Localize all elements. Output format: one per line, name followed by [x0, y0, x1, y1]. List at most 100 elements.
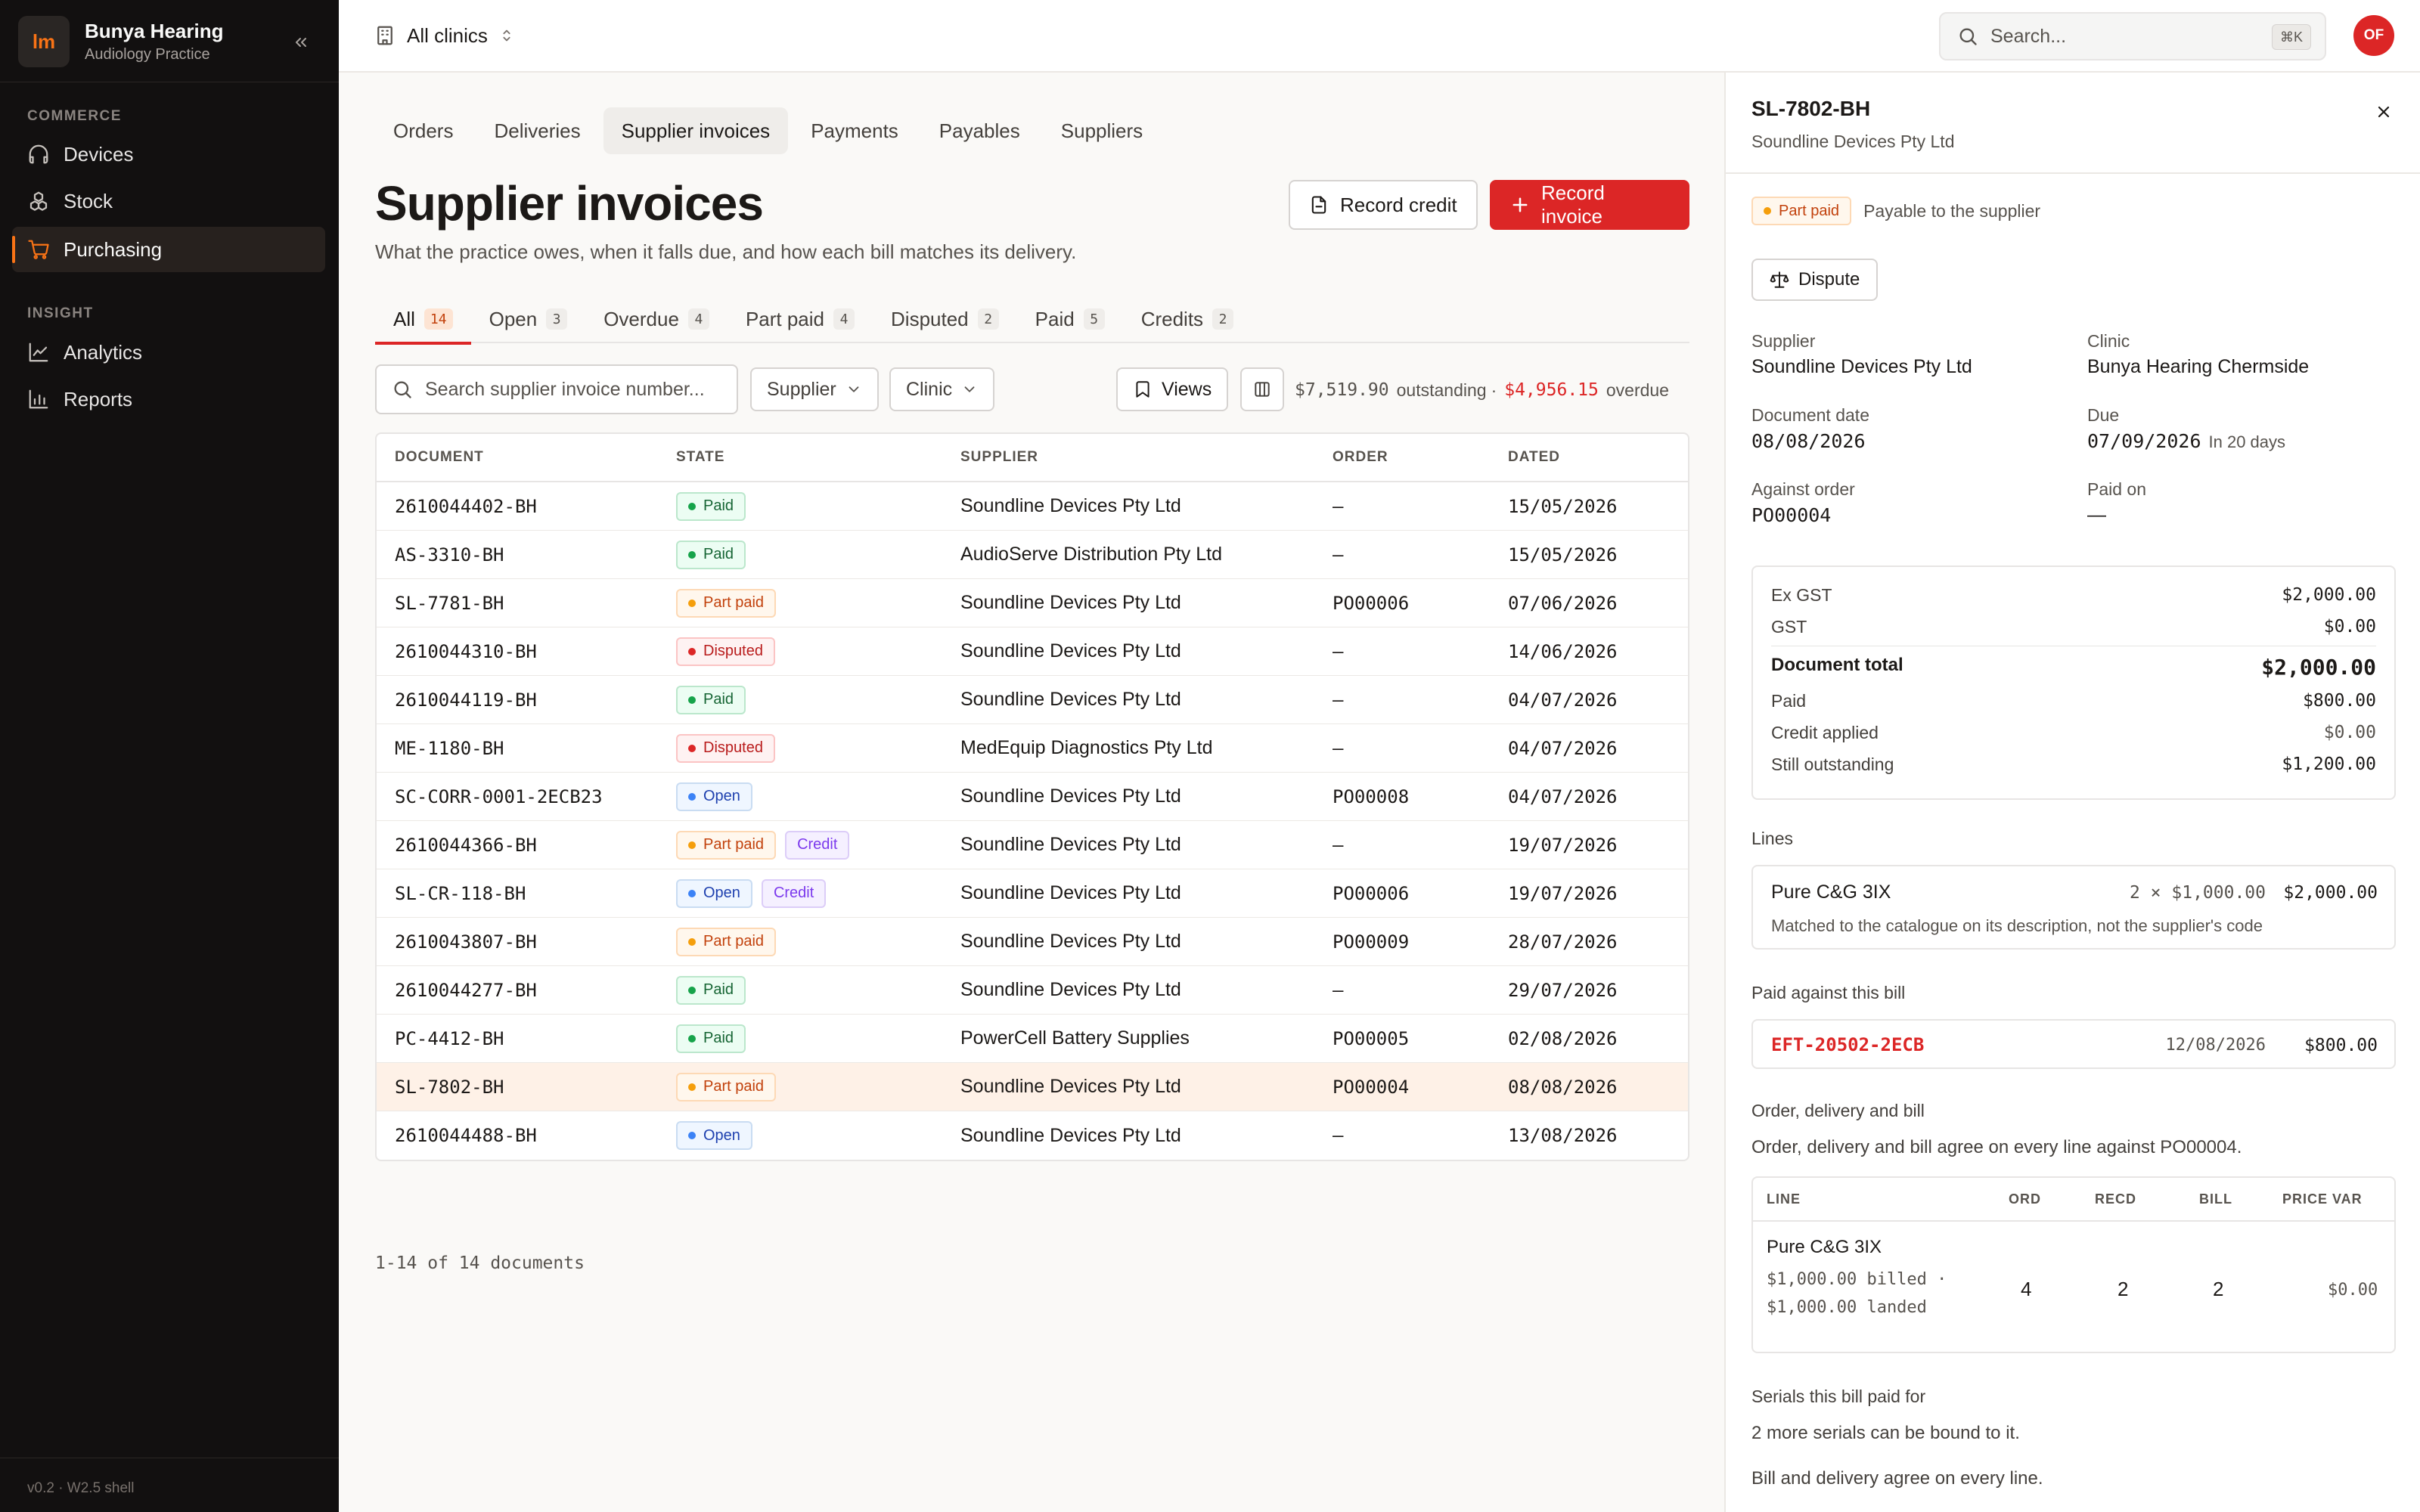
supplier-filter-dropdown[interactable]: Supplier [750, 367, 879, 411]
search-icon [392, 379, 413, 400]
outstanding-label: outstanding [1396, 380, 1487, 400]
tab-payments[interactable]: Payments [793, 107, 917, 154]
status-badge-label: Paid [703, 981, 734, 998]
tab-orders[interactable]: Orders [375, 107, 471, 154]
table-row[interactable]: 2610044366-BH Part paid Credit Soundline De… [377, 821, 1688, 869]
line-amount: $2,000.00 [2283, 883, 2378, 903]
order-number: — [1333, 544, 1344, 565]
chevron-down-icon [845, 381, 862, 398]
sidebar-item-analytics[interactable]: Analytics [12, 330, 325, 375]
clinic-filter-dropdown[interactable]: Clinic [889, 367, 995, 411]
global-search[interactable]: Search... ⌘K [1939, 12, 2326, 60]
record-credit-button[interactable]: Record credit [1289, 180, 1478, 230]
total-row-paid: Paid $800.00 [1771, 691, 2376, 711]
document-number: ME-1180-BH [395, 737, 504, 759]
table-row[interactable]: SL-CR-118-BH Open Credit Soundline Devices … [377, 869, 1688, 918]
close-icon[interactable] [2372, 100, 2396, 124]
views-button[interactable]: Views [1116, 367, 1229, 411]
clinic-selector[interactable]: All clinics [374, 20, 515, 51]
overdue-amount: $4,956.15 [1504, 380, 1599, 400]
match-col-ord: ORD [2009, 1191, 2041, 1207]
views-label: Views [1162, 378, 1212, 400]
sidebar-item-reports[interactable]: Reports [12, 376, 325, 422]
supplier-name: Soundline Devices Pty Ltd [960, 689, 1181, 710]
payment-reference-link[interactable]: EFT-20502-2ECB [1771, 1034, 1924, 1055]
sidebar-item-devices[interactable]: Devices [12, 132, 325, 177]
status-badge: Part paid [1751, 197, 1852, 225]
record-credit-label: Record credit [1340, 193, 1457, 216]
sidebar-item-purchasing[interactable]: Purchasing [12, 227, 325, 272]
table-row[interactable]: 2610044310-BH Disputed Soundline Devices P… [377, 627, 1688, 676]
record-invoice-button[interactable]: Record invoice [1490, 180, 1689, 230]
status-dot [688, 1083, 696, 1091]
document-number: SL-7781-BH [395, 592, 504, 614]
table-row[interactable]: 2610044402-BH Paid Soundline Devices Pty L… [377, 482, 1688, 531]
status-dot [688, 792, 696, 801]
detail-subtitle: Soundline Devices Pty Ltd [1751, 132, 1955, 151]
due-date: 07/09/2026 [2087, 430, 2201, 452]
order-number: PO00005 [1333, 1027, 1410, 1049]
total-row-still-outstanding: Still outstanding $1,200.00 [1771, 754, 2376, 775]
filter-tab-count: 2 [977, 308, 999, 330]
total-value: $0.00 [2323, 723, 2376, 742]
dispute-button[interactable]: Dispute [1751, 259, 1879, 301]
table-row[interactable]: ME-1180-BH Disputed MedEquip Diagnostics P… [377, 724, 1688, 773]
filter-tab-open[interactable]: Open 3 [471, 295, 586, 343]
table-row[interactable]: AS-3310-BH Paid AudioServe Distribution Pt… [377, 531, 1688, 579]
columns-button[interactable] [1240, 367, 1284, 411]
table-row[interactable]: SL-7781-BH Part paid Soundline Devices Pty… [377, 579, 1688, 627]
filter-tab-count: 14 [424, 308, 453, 330]
column-header-supplier[interactable]: SUPPLIER [960, 449, 1333, 466]
tab-payables[interactable]: Payables [921, 107, 1038, 154]
bookmark-icon [1133, 380, 1153, 399]
status-badge-label: Part paid [703, 1078, 765, 1095]
supplier-name: Soundline Devices Pty Ltd [960, 592, 1181, 613]
total-value: $800.00 [2303, 691, 2376, 711]
state-cell: Paid [676, 685, 960, 714]
bar-chart-icon [27, 388, 50, 411]
field-value[interactable]: PO00004 [1751, 504, 1855, 526]
field-label: Supplier [1751, 331, 1816, 351]
status-badge: Part paid [676, 1072, 777, 1101]
status-dot [688, 502, 696, 510]
filter-tab-all[interactable]: All 14 [375, 295, 471, 345]
filter-tab-label: All [393, 307, 415, 330]
state-cell: Part paid [676, 588, 960, 618]
filter-tab-disputed[interactable]: Disputed 2 [873, 295, 1017, 343]
status-description: Payable to the supplier [1863, 200, 2041, 221]
column-header-state[interactable]: STATE [676, 449, 960, 466]
table-row[interactable]: PC-4412-BH Paid PowerCell Battery Supplies… [377, 1015, 1688, 1063]
serials-text: 2 more serials can be bound to it. [1751, 1423, 2020, 1443]
table-row[interactable]: 2610044488-BH Open Soundline Devices Pty L… [377, 1111, 1688, 1160]
total-row-gst: GST $0.00 [1771, 617, 2376, 637]
tab-suppliers[interactable]: Suppliers [1043, 107, 1161, 154]
sidebar-item-stock[interactable]: Stock [12, 178, 325, 224]
filter-tab-part-paid[interactable]: Part paid 4 [728, 295, 873, 343]
table-body: 2610044402-BH Paid Soundline Devices Pty L… [377, 482, 1688, 1160]
filter-tab-paid[interactable]: Paid 5 [1017, 295, 1123, 343]
totals-card: Ex GST $2,000.00 GST $0.00 Document total $… [1751, 565, 2396, 800]
invoice-search-input[interactable]: Search supplier invoice number... [375, 364, 738, 414]
tab-deliveries[interactable]: Deliveries [476, 107, 598, 154]
table-row[interactable]: SL-7802-BH Part paid Soundline Devices Pty… [377, 1063, 1688, 1111]
table-row[interactable]: 2610044119-BH Paid Soundline Devices Pty L… [377, 676, 1688, 724]
collapse-sidebar-icon[interactable] [287, 29, 315, 56]
document-number: SC-CORR-0001-2ECB23 [395, 785, 603, 807]
tab-supplier-invoices[interactable]: Supplier invoices [603, 107, 789, 154]
column-header-document[interactable]: DOCUMENT [377, 449, 676, 466]
sidebar-item-label: Devices [64, 142, 134, 166]
column-header-order[interactable]: ORDER [1333, 449, 1508, 466]
avatar[interactable]: OF [2353, 15, 2394, 56]
table-row[interactable]: SC-CORR-0001-2ECB23 Open Soundline Devices… [377, 773, 1688, 821]
filter-tab-credits[interactable]: Credits 2 [1123, 295, 1252, 343]
credit-badge: Credit [785, 830, 850, 860]
document-number: 2610044277-BH [395, 979, 537, 1001]
filter-tab-overdue[interactable]: Overdue 4 [585, 295, 728, 343]
document-number: 2610044402-BH [395, 495, 537, 517]
status-dot [688, 550, 696, 559]
invoice-search-placeholder: Search supplier invoice number... [425, 378, 705, 400]
column-header-dated[interactable]: DATED [1508, 449, 1682, 466]
table-row[interactable]: 2610044277-BH Paid Soundline Devices Pty L… [377, 966, 1688, 1015]
table-row[interactable]: 2610043807-BH Part paid Soundline Devices … [377, 918, 1688, 966]
status-badge: Open [676, 782, 752, 811]
